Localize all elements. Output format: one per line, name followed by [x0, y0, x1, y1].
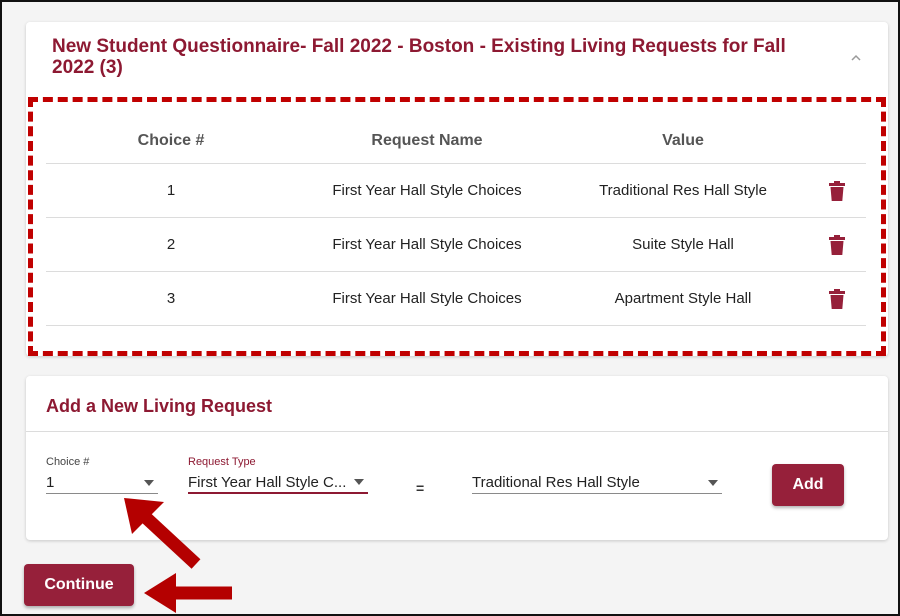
request-type-select[interactable]: First Year Hall Style C... — [188, 472, 368, 494]
equals-sign: = — [416, 480, 425, 496]
choice-select-value: 1 — [46, 474, 55, 491]
row-request-name: First Year Hall Style Choices — [332, 289, 522, 307]
existing-requests-card: New Student Questionnaire- Fall 2022 - B… — [26, 22, 888, 356]
choice-field: Choice # 1 — [46, 456, 158, 494]
row-request-name: First Year Hall Style Choices — [332, 235, 522, 253]
caret-down-icon — [708, 479, 718, 486]
caret-down-icon — [354, 479, 364, 485]
column-header-value: Value — [662, 131, 704, 149]
requests-table: Choice # Request Name Value 1 First Year… — [46, 118, 866, 326]
continue-button[interactable]: Continue — [24, 564, 134, 606]
chevron-up-icon[interactable] — [846, 50, 866, 64]
column-header-request-name: Request Name — [371, 131, 483, 149]
row-value: Suite Style Hall — [632, 235, 734, 253]
add-request-title: Add a New Living Request — [46, 396, 273, 416]
row-choice: 1 — [166, 181, 176, 199]
left-arrow-icon — [144, 573, 232, 613]
row-value: Apartment Style Hall — [614, 289, 752, 307]
column-header-choice: Choice # — [137, 131, 205, 149]
row-request-name: First Year Hall Style Choices — [332, 181, 522, 199]
row-value: Traditional Res Hall Style — [599, 181, 767, 199]
row-choice: 2 — [166, 235, 176, 253]
row-choice: 3 — [166, 289, 176, 307]
trash-icon[interactable] — [829, 180, 845, 201]
request-type-value: First Year Hall Style C... — [188, 473, 347, 491]
request-type-field: Request Type First Year Hall Style C... — [188, 456, 368, 494]
table-header: Choice # Request Name Value — [46, 118, 866, 164]
diagonal-arrow-icon — [124, 498, 201, 569]
value-select[interactable]: Traditional Res Hall Style — [472, 472, 722, 494]
divider — [26, 431, 888, 432]
choice-field-label: Choice # — [46, 456, 90, 468]
table-row: 2 First Year Hall Style Choices Suite St… — [46, 218, 866, 272]
existing-requests-title: New Student Questionnaire- Fall 2022 - B… — [52, 36, 786, 78]
add-button[interactable]: Add — [772, 464, 844, 506]
table-row: 3 First Year Hall Style Choices Apartmen… — [46, 272, 866, 326]
trash-icon[interactable] — [829, 234, 845, 255]
choice-select[interactable]: 1 — [46, 472, 158, 494]
value-field: Traditional Res Hall Style — [472, 472, 722, 494]
caret-down-icon — [144, 479, 154, 486]
value-select-value: Traditional Res Hall Style — [472, 474, 640, 491]
request-type-label: Request Type — [188, 456, 256, 468]
table-row: 1 First Year Hall Style Choices Traditio… — [46, 164, 866, 218]
trash-icon[interactable] — [829, 288, 845, 309]
